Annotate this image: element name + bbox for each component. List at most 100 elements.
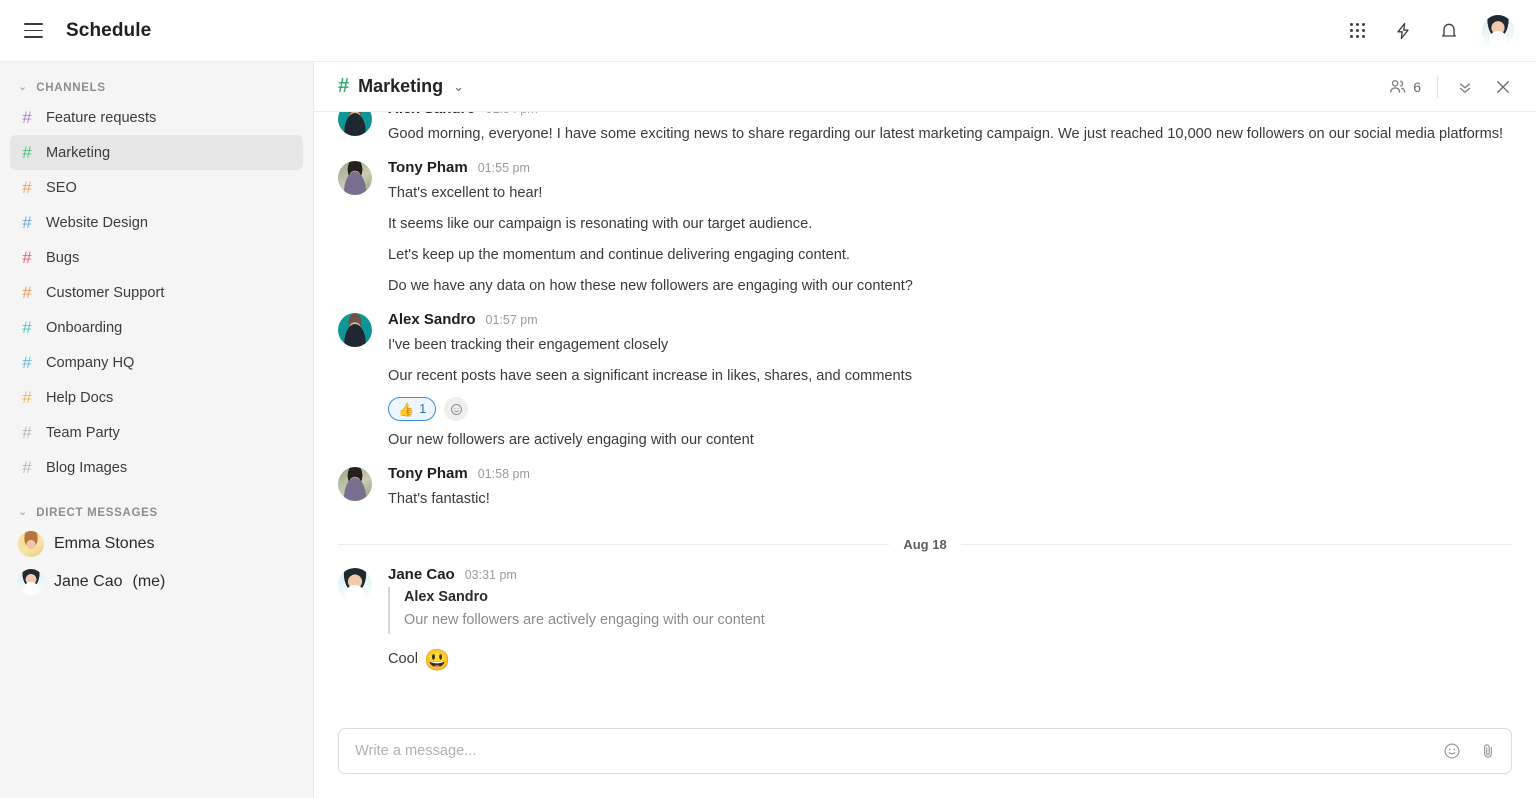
message-body: Alex Sandro 01:54 pm Good morning, every… [388,112,1512,150]
double-chevron-down-icon[interactable] [1454,76,1476,98]
paperclip-icon[interactable] [1479,742,1497,760]
message-body: Alex Sandro 01:57 pm I've been tracking … [388,311,1512,456]
channels-section-title: CHANNELS [36,82,106,94]
message-time: 01:54 pm [486,112,538,116]
message-time: 01:57 pm [485,313,538,328]
avatar [338,313,372,348]
message-text-with-emoji: Cool 😃 [388,640,1512,681]
message-input[interactable] [355,743,1443,759]
message-text: Let's keep up the momentum and continue … [388,247,850,264]
message-author: Jane Cao [388,566,455,584]
message-text: Cool [388,651,419,668]
message-item: Tony Pham 01:55 pm That's excellent to h… [338,150,1512,302]
sidebar-item-onboarding[interactable]: # Onboarding [10,310,303,345]
hash-icon: # [338,75,350,97]
hash-icon: # [22,143,32,162]
user-avatar[interactable] [1482,14,1514,47]
composer-actions [1443,742,1497,760]
avatar [338,467,372,502]
members-button[interactable]: 6 [1388,77,1421,96]
message-text: Good morning, everyone! I have some exci… [388,126,1504,142]
channels-section-header[interactable]: ⌄ CHANNELS [0,76,313,100]
sidebar-item-website-design[interactable]: # Website Design [10,205,303,240]
quoted-text: Our new followers are actively engaging … [404,612,765,629]
sidebar-item-label: Feature requests [46,109,157,126]
hamburger-menu-icon[interactable] [16,14,50,48]
date-divider-label: Aug 18 [903,537,947,553]
hash-icon: # [22,318,32,337]
message-text: Our new followers are actively engaging … [388,432,754,449]
reaction-thumbs-up[interactable]: 👍 1 [388,397,437,422]
sidebar-item-company-hq[interactable]: # Company HQ [10,345,303,380]
message-body: Jane Cao 03:31 pm Alex Sandro Our new fo… [388,566,1512,681]
sidebar-item-marketing[interactable]: # Marketing [10,135,303,170]
message-text: That's fantastic! [388,491,490,508]
sidebar-item-label: Team Party [46,424,120,441]
thumbs-up-icon: 👍 [398,401,415,417]
sidebar-item-label: Bugs [46,249,80,266]
sidebar-item-help-docs[interactable]: # Help Docs [10,380,303,415]
sidebar-dm-me-suffix: (me) [132,573,166,590]
avatar [338,112,372,136]
app-title: Schedule [66,19,152,41]
message-text: That's excellent to hear! [388,185,543,202]
message-time: 01:58 pm [477,467,530,482]
message-header: Tony Pham 01:58 pm [388,465,1512,482]
chevron-down-icon[interactable]: ⌄ [453,79,464,95]
grid-apps-icon[interactable] [1344,18,1370,44]
message-header: Jane Cao 03:31 pm [388,566,1512,583]
sidebar-item-feature-requests[interactable]: # Feature requests [10,100,303,135]
message-list[interactable]: Alex Sandro 01:54 pm Good morning, every… [314,112,1536,718]
close-icon[interactable] [1492,76,1514,98]
hash-icon: # [22,283,32,302]
message-author: Tony Pham [388,465,468,483]
avatar [18,531,44,557]
message-author: Tony Pham [388,159,468,177]
hash-icon: # [22,248,32,267]
message-body: Tony Pham 01:55 pm That's excellent to h… [388,159,1512,302]
direct-messages-section-header[interactable]: ⌄ DIRECT MESSAGES [0,501,313,525]
message-header: Tony Pham 01:55 pm [388,159,1512,176]
message-header: Alex Sandro 01:57 pm [388,311,1512,328]
sidebar-dm-emma-stones[interactable]: Emma Stones [10,525,303,563]
sidebar[interactable]: ⌄ CHANNELS # Feature requests # Marketin… [0,62,314,798]
date-divider: Aug 18 [338,537,1512,552]
sidebar-item-team-party[interactable]: # Team Party [10,415,303,450]
message-text: Do we have any data on how these new fol… [388,278,913,295]
sidebar-item-label: Onboarding [46,319,123,336]
hash-icon: # [22,353,32,372]
quoted-message[interactable]: Alex Sandro Our new followers are active… [388,587,1512,635]
quoted-author: Alex Sandro [404,589,488,606]
top-bar: Schedule [0,0,1536,62]
composer[interactable] [338,728,1512,774]
sidebar-dm-jane-cao[interactable]: Jane Cao (me) [10,563,303,601]
grinning-face-icon: 😃 [424,649,451,673]
channel-header: # Marketing ⌄ 6 [314,62,1536,112]
avatar [18,569,44,595]
hash-icon: # [22,458,32,477]
sidebar-item-seo[interactable]: # SEO [10,170,303,205]
sidebar-item-customer-support[interactable]: # Customer Support [10,275,303,310]
hash-icon: # [22,388,32,407]
avatar [338,161,372,196]
sidebar-item-blog-images[interactable]: # Blog Images [10,450,303,485]
reaction-count: 1 [419,402,427,417]
chat-app: Schedule ⌄ CHANNELS # Feature requests #… [0,0,1536,798]
add-reaction-icon[interactable] [444,397,469,422]
top-bar-actions [1344,14,1514,47]
sidebar-dm-label: Emma Stones [54,535,155,552]
composer-area [314,718,1536,798]
sidebar-item-label: SEO [46,179,77,196]
divider-rule-left [338,544,890,546]
hash-icon: # [22,108,32,127]
message-time: 03:31 pm [464,568,517,583]
lightning-bolt-icon[interactable] [1390,18,1416,44]
sidebar-item-bugs[interactable]: # Bugs [10,240,303,275]
message-item: Tony Pham 01:58 pm That's fantastic! [338,456,1512,515]
message-time: 01:55 pm [477,161,530,176]
hash-icon: # [22,423,32,442]
bell-icon[interactable] [1436,18,1462,44]
channel-header-actions: 6 [1388,75,1514,98]
message-author: Alex Sandro [388,311,476,329]
emoji-icon[interactable] [1443,742,1461,760]
